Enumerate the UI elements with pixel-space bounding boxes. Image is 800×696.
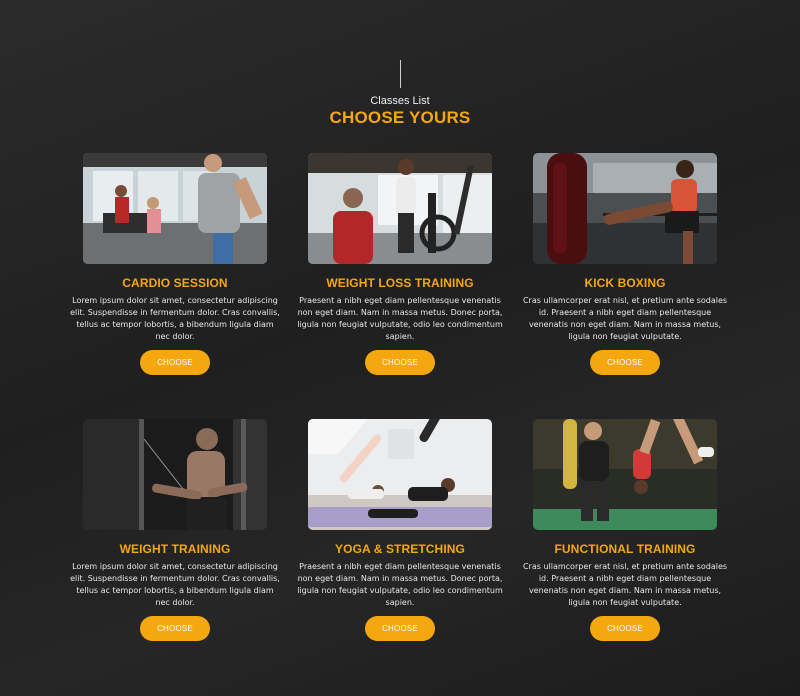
class-description: Praesent a nibh eget diam pellentesque v…: [297, 562, 503, 607]
cable-machine-photo: [83, 419, 267, 530]
class-title: FUNCTIONAL TRAINING: [554, 542, 696, 556]
section-title: CHOOSE YOURS: [329, 108, 471, 127]
elliptical-photo: [308, 153, 492, 264]
class-card-weight-loss: WEIGHT LOSS TRAINING Praesent a nibh ege…: [285, 153, 515, 375]
class-title: WEIGHT LOSS TRAINING: [326, 276, 474, 290]
yoga-photo: [308, 419, 492, 530]
class-title: WEIGHT TRAINING: [119, 542, 231, 556]
class-description: Praesent a nibh eget diam pellentesque v…: [297, 296, 503, 341]
class-card-weight-training: WEIGHT TRAINING Lorem ipsum dolor sit am…: [60, 419, 290, 641]
class-card-yoga: YOGA & STRETCHING Praesent a nibh eget d…: [285, 419, 515, 641]
choose-button[interactable]: CHOOSE: [365, 350, 435, 375]
divider-line: [400, 60, 401, 88]
choose-button[interactable]: CHOOSE: [140, 616, 210, 641]
class-title: YOGA & STRETCHING: [335, 542, 465, 556]
class-card-functional: FUNCTIONAL TRAINING Cras ullamcorper era…: [510, 419, 740, 641]
choose-button[interactable]: CHOOSE: [590, 616, 660, 641]
kickboxing-photo: [533, 153, 717, 264]
choose-button[interactable]: CHOOSE: [365, 616, 435, 641]
section-subtitle: Classes List: [370, 95, 430, 107]
class-title: CARDIO SESSION: [122, 276, 228, 290]
class-card-cardio: CARDIO SESSION Lorem ipsum dolor sit ame…: [60, 153, 290, 375]
choose-button[interactable]: CHOOSE: [140, 350, 210, 375]
class-title: KICK BOXING: [584, 276, 666, 290]
functional-training-photo: [533, 419, 717, 530]
class-description: Lorem ipsum dolor sit amet, consectetur …: [70, 296, 280, 341]
class-description: Lorem ipsum dolor sit amet, consectetur …: [70, 562, 280, 607]
class-description: Cras ullamcorper erat nisl, et pretium a…: [522, 296, 728, 341]
class-card-kick-boxing: KICK BOXING Cras ullamcorper erat nisl, …: [510, 153, 740, 375]
treadmill-photo: [83, 153, 267, 264]
class-description: Cras ullamcorper erat nisl, et pretium a…: [522, 562, 728, 607]
choose-button[interactable]: CHOOSE: [590, 350, 660, 375]
